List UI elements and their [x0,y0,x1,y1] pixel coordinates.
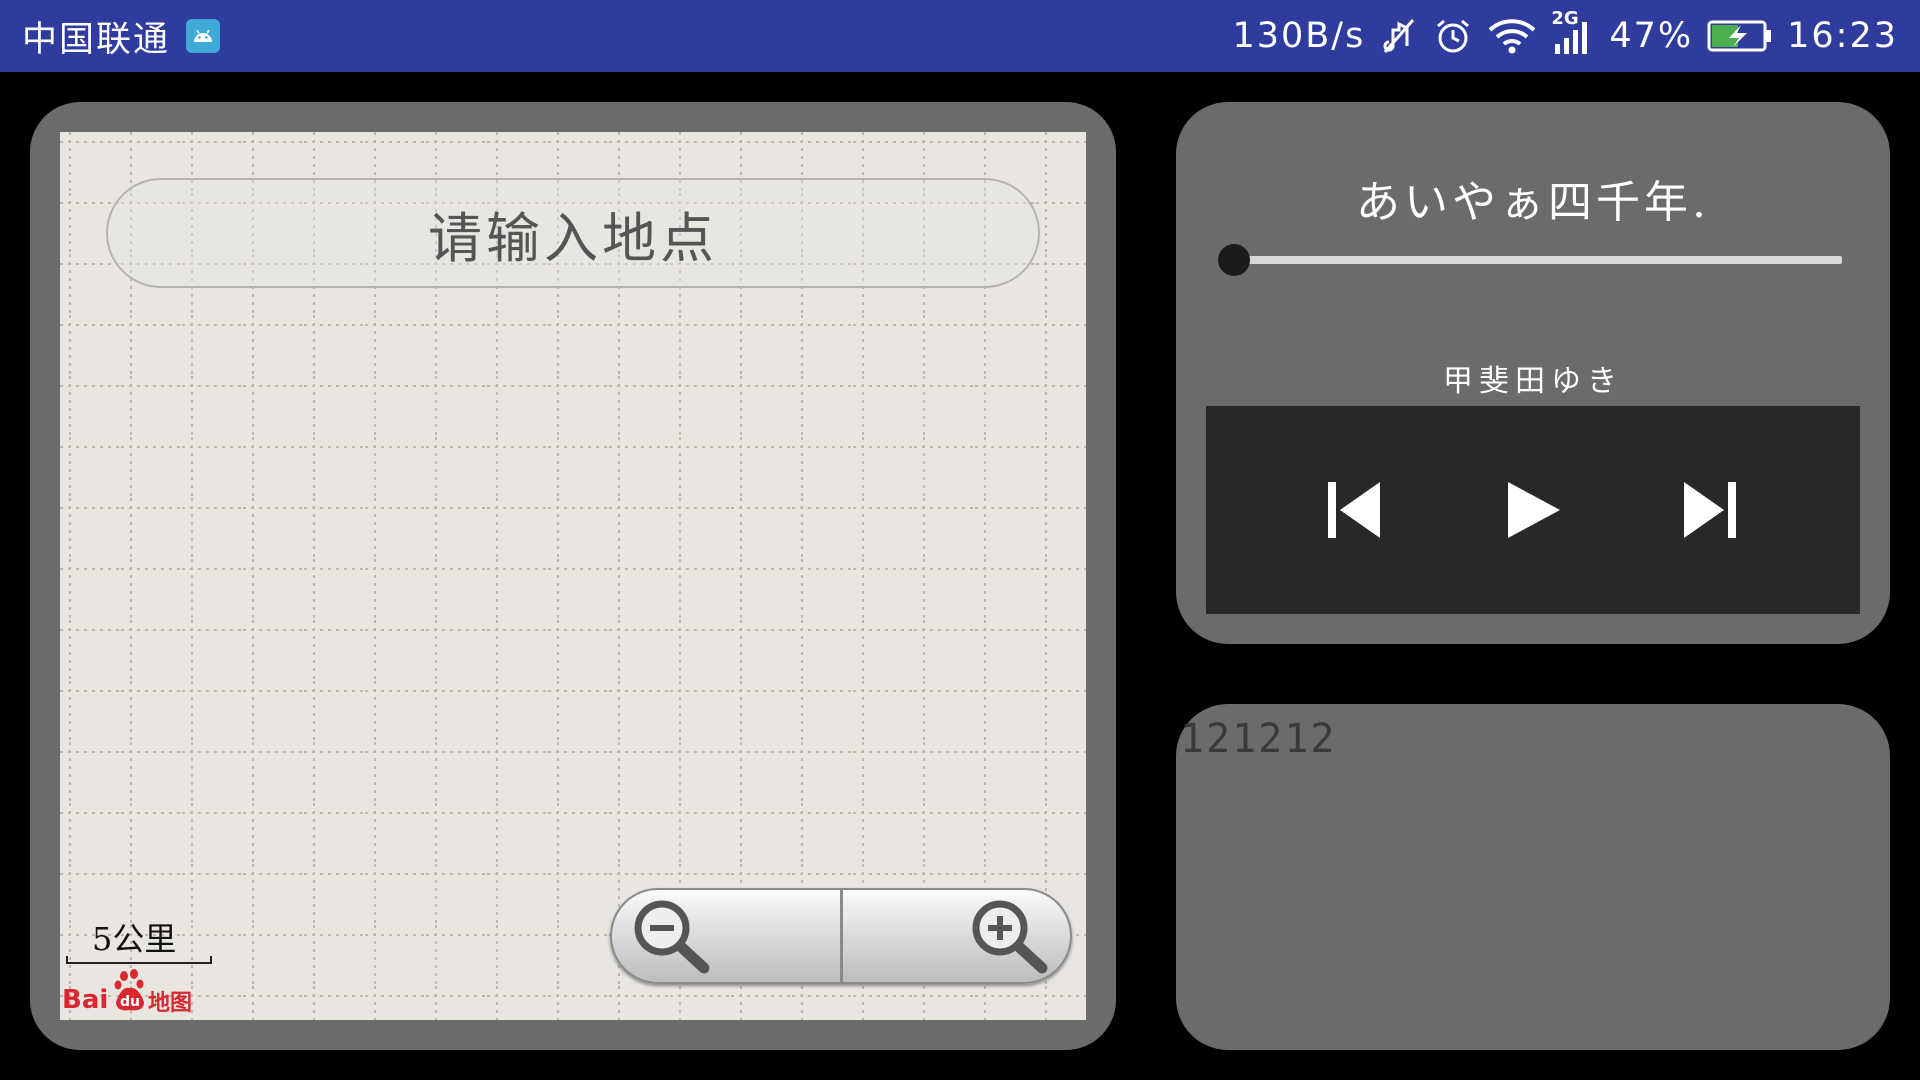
panel-text: 121212 [1180,716,1337,762]
battery-percent: 47% [1609,16,1694,56]
status-bar-left: 中国联通 [22,0,221,72]
next-icon [1684,482,1736,538]
song-title: あいやぁ四千年. [1356,177,1710,228]
search-placeholder: 请输入地点 [428,206,718,270]
status-bar: 中国联通 130B/s 2G 47% 16:23 [0,0,1920,72]
wifi-icon [1487,16,1537,56]
baidu-map-logo: Bai du 地图 [62,968,202,1016]
network-type-label: 2G [1551,8,1579,29]
net-speed: 130B/s [1232,16,1366,56]
progress-slider-thumb[interactable] [1218,244,1250,276]
svg-text:地图: 地图 [148,991,192,1016]
next-button[interactable] [1678,478,1742,542]
status-bar-right: 130B/s 2G 47% 16:23 [1232,0,1898,72]
clock: 16:23 [1787,16,1898,56]
previous-button[interactable] [1322,478,1386,542]
android-notification-icon [186,19,221,53]
battery-charging-icon [1707,19,1773,53]
zoom-controls [610,888,1072,984]
previous-icon [1328,482,1380,538]
progress-slider[interactable] [1232,256,1842,264]
signal-icon: 2G [1551,8,1595,58]
carrier-name: 中国联通 [22,19,171,60]
zoom-in-button[interactable] [843,890,1071,982]
play-button[interactable] [1500,478,1564,542]
svg-text:Bai: Bai [62,985,108,1015]
zoom-in-icon [968,894,1052,978]
map-scale-bar [66,956,212,964]
play-icon [1508,482,1560,538]
map-scale-label: 5公里 [92,920,177,958]
mute-icon [1379,16,1419,56]
playback-controls [1206,406,1860,614]
zoom-out-button[interactable] [612,890,840,982]
artist-name: 甲斐田ゆき [1443,364,1623,399]
svg-text:du: du [120,994,140,1010]
alarm-icon [1433,16,1473,56]
search-input[interactable]: 请输入地点 [106,178,1040,288]
zoom-out-icon [630,894,714,978]
